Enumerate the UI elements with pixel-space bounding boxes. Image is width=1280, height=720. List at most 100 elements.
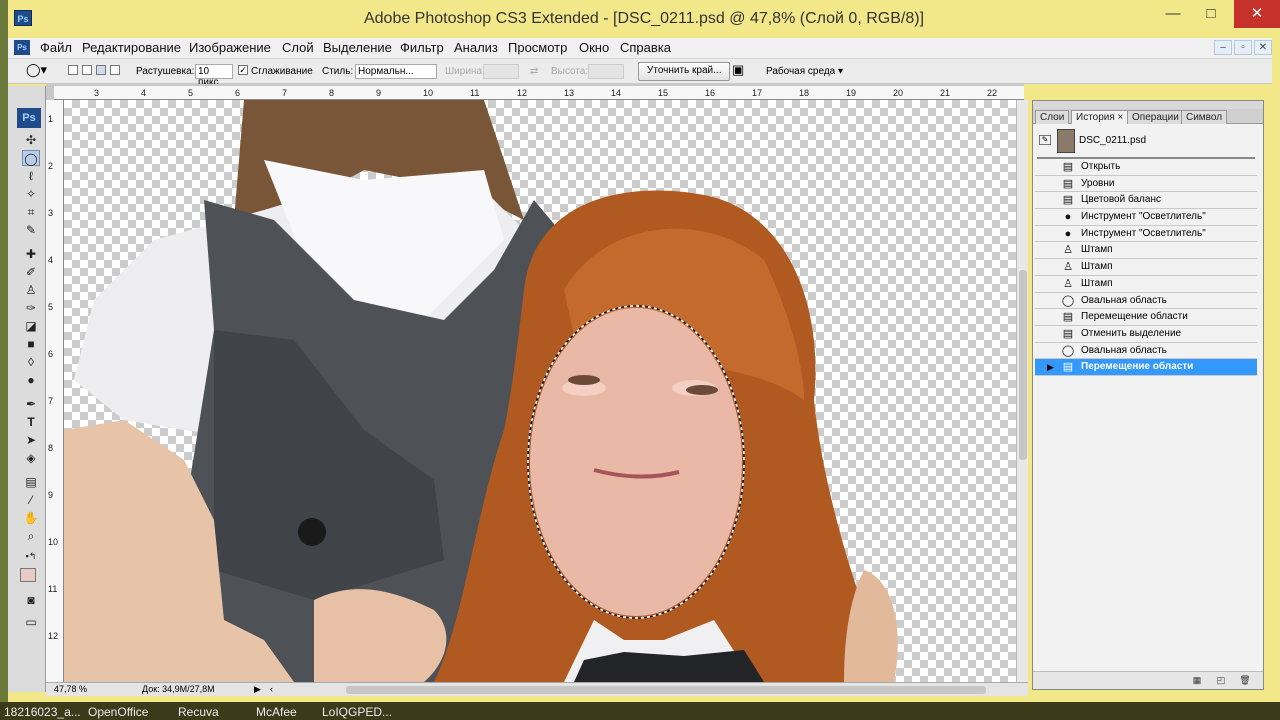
- status-menu-arrow-icon[interactable]: ▶: [254, 684, 261, 695]
- tab-layers[interactable]: Слои: [1035, 110, 1070, 124]
- photoshop-logo[interactable]: Ps: [17, 108, 41, 128]
- palette-well-icon[interactable]: ▣: [732, 62, 744, 78]
- new-snapshot-icon[interactable]: ◰: [1215, 675, 1227, 686]
- history-state[interactable]: ♙ Штамп: [1035, 276, 1257, 293]
- history-state[interactable]: ▤ Открыть: [1035, 159, 1257, 176]
- quick-mask-icon[interactable]: ◙: [22, 592, 40, 608]
- menu-help[interactable]: Справка: [620, 40, 671, 55]
- taskbar-item[interactable]: LoIQGPED...: [322, 705, 392, 719]
- height-input[interactable]: [588, 64, 624, 79]
- magic-wand-tool-icon[interactable]: ✧: [22, 186, 40, 202]
- blur-tool-icon[interactable]: ◊: [22, 354, 40, 370]
- dodge-tool-icon[interactable]: ●: [22, 372, 40, 388]
- minimize-button[interactable]: —: [1156, 0, 1190, 28]
- panel-header[interactable]: [1033, 101, 1263, 109]
- history-brush-tool-icon[interactable]: ✑: [22, 300, 40, 316]
- subtract-selection-icon[interactable]: [96, 65, 106, 75]
- delete-state-icon[interactable]: 🗑: [1239, 675, 1251, 686]
- ellipse-marquee-tool-icon[interactable]: ◯: [22, 150, 40, 166]
- horizontal-scroll-thumb[interactable]: [346, 686, 986, 694]
- brush-tool-icon[interactable]: ✐: [22, 264, 40, 280]
- image-canvas[interactable]: [64, 100, 1016, 682]
- eraser-tool-icon[interactable]: ◪: [22, 318, 40, 334]
- width-input[interactable]: [483, 64, 519, 79]
- move-tool-icon[interactable]: ✣: [22, 132, 40, 148]
- document-icon[interactable]: Ps: [14, 40, 30, 55]
- history-source-checkbox[interactable]: [1039, 295, 1051, 307]
- history-state[interactable]: ▤ Отменить выделение: [1035, 326, 1257, 343]
- type-tool-icon[interactable]: T: [22, 414, 40, 430]
- history-source-checkbox[interactable]: [1039, 211, 1051, 223]
- doc-close-button[interactable]: ✕: [1254, 40, 1272, 55]
- menu-analysis[interactable]: Анализ: [454, 40, 498, 55]
- tab-character[interactable]: Символ: [1181, 110, 1228, 124]
- history-source-checkbox[interactable]: [1039, 328, 1051, 340]
- history-state[interactable]: ● Инструмент "Осветлитель": [1035, 226, 1257, 243]
- crop-tool-icon[interactable]: ⌗: [22, 204, 40, 220]
- menu-window[interactable]: Окно: [579, 40, 609, 55]
- ellipse-marquee-preset-icon[interactable]: ◯▾: [26, 62, 47, 78]
- history-source-checkbox[interactable]: [1039, 178, 1051, 190]
- history-state[interactable]: ▤ Цветовой баланс: [1035, 192, 1257, 210]
- history-source-checkbox[interactable]: [1039, 194, 1051, 206]
- history-source-checkbox[interactable]: [1039, 261, 1051, 273]
- history-state[interactable]: ▤ Перемещение области: [1035, 309, 1257, 326]
- history-state[interactable]: ♙ Штамп: [1035, 259, 1257, 276]
- healing-brush-tool-icon[interactable]: ✚: [22, 246, 40, 262]
- swap-dimensions-icon[interactable]: ⇄: [530, 66, 538, 77]
- eyedropper-tool-icon[interactable]: ⁄: [22, 492, 40, 508]
- pen-tool-icon[interactable]: ✒: [22, 396, 40, 412]
- history-source-checkbox[interactable]: [1039, 278, 1051, 290]
- lasso-tool-icon[interactable]: ℓ: [22, 168, 40, 184]
- history-source-checkbox[interactable]: [1039, 244, 1051, 256]
- menu-view[interactable]: Просмотр: [508, 40, 567, 55]
- menu-select[interactable]: Выделение: [323, 40, 392, 55]
- menu-image[interactable]: Изображение: [189, 40, 271, 55]
- vertical-ruler[interactable]: 1 2 3 4 5 6 7 8 9 10 11 12: [46, 100, 64, 682]
- foreground-color-swatch[interactable]: [20, 568, 36, 582]
- menu-filter[interactable]: Фильтр: [400, 40, 444, 55]
- add-to-selection-icon[interactable]: [82, 65, 92, 75]
- notes-tool-icon[interactable]: ▤: [22, 474, 40, 490]
- intersect-selection-icon[interactable]: [110, 65, 120, 75]
- close-button[interactable]: ✕: [1234, 0, 1280, 28]
- history-state[interactable]: ◯ Овальная область: [1035, 293, 1257, 310]
- taskbar-item[interactable]: 18216023_a...: [4, 705, 81, 719]
- history-source-checkbox[interactable]: [1039, 228, 1051, 240]
- shape-tool-icon[interactable]: ◈: [22, 450, 40, 466]
- menu-file[interactable]: Файл: [40, 40, 72, 55]
- doc-minimize-button[interactable]: –: [1214, 40, 1232, 55]
- history-state[interactable]: ◯ Овальная область: [1035, 343, 1257, 360]
- vertical-scroll-thumb[interactable]: [1019, 270, 1027, 460]
- clone-stamp-tool-icon[interactable]: ♙: [22, 282, 40, 298]
- path-selection-tool-icon[interactable]: ➤: [22, 432, 40, 448]
- doc-restore-button[interactable]: ▫: [1234, 40, 1252, 55]
- menu-layer[interactable]: Слой: [282, 40, 314, 55]
- history-state[interactable]: ● Инструмент "Осветлитель": [1035, 209, 1257, 226]
- slice-tool-icon[interactable]: ✎: [22, 222, 40, 238]
- zoom-level[interactable]: 47,78 %: [54, 684, 87, 694]
- history-state[interactable]: ▤ Уровни: [1035, 176, 1257, 193]
- taskbar-item[interactable]: OpenOffice: [88, 705, 148, 719]
- workspace-menu[interactable]: Рабочая среда ▾: [766, 66, 843, 77]
- menu-edit[interactable]: Редактирование: [82, 40, 181, 55]
- antialias-checkbox[interactable]: ✓: [238, 65, 248, 75]
- gradient-tool-icon[interactable]: ■: [22, 336, 40, 352]
- tab-actions[interactable]: Операции: [1127, 110, 1184, 124]
- hand-tool-icon[interactable]: ✋: [22, 510, 40, 526]
- refine-edge-button[interactable]: Уточнить край...: [638, 62, 731, 81]
- new-document-from-state-icon[interactable]: ▦: [1191, 675, 1203, 686]
- history-source-checkbox[interactable]: [1039, 345, 1051, 357]
- vertical-scrollbar[interactable]: [1016, 100, 1028, 682]
- history-snapshot[interactable]: ✎ DSC_0211.psd: [1037, 127, 1257, 157]
- feather-input[interactable]: 10 пикс: [195, 64, 233, 88]
- snapshot-source-icon[interactable]: ✎: [1039, 135, 1051, 145]
- history-state[interactable]: ▶ ▤ Перемещение области: [1035, 359, 1257, 376]
- style-select[interactable]: Нормальн...: [355, 64, 437, 79]
- history-state[interactable]: ♙ Штамп: [1035, 242, 1257, 260]
- history-source-checkbox[interactable]: [1039, 311, 1051, 323]
- swap-colors-icon[interactable]: ▪↰: [22, 548, 40, 564]
- tab-history[interactable]: История ×: [1071, 110, 1129, 124]
- maximize-button[interactable]: □: [1194, 0, 1228, 28]
- horizontal-ruler[interactable]: 3 4 5 6 7 8 9 10 11 12 13 14 15 16 17 18…: [54, 86, 1024, 100]
